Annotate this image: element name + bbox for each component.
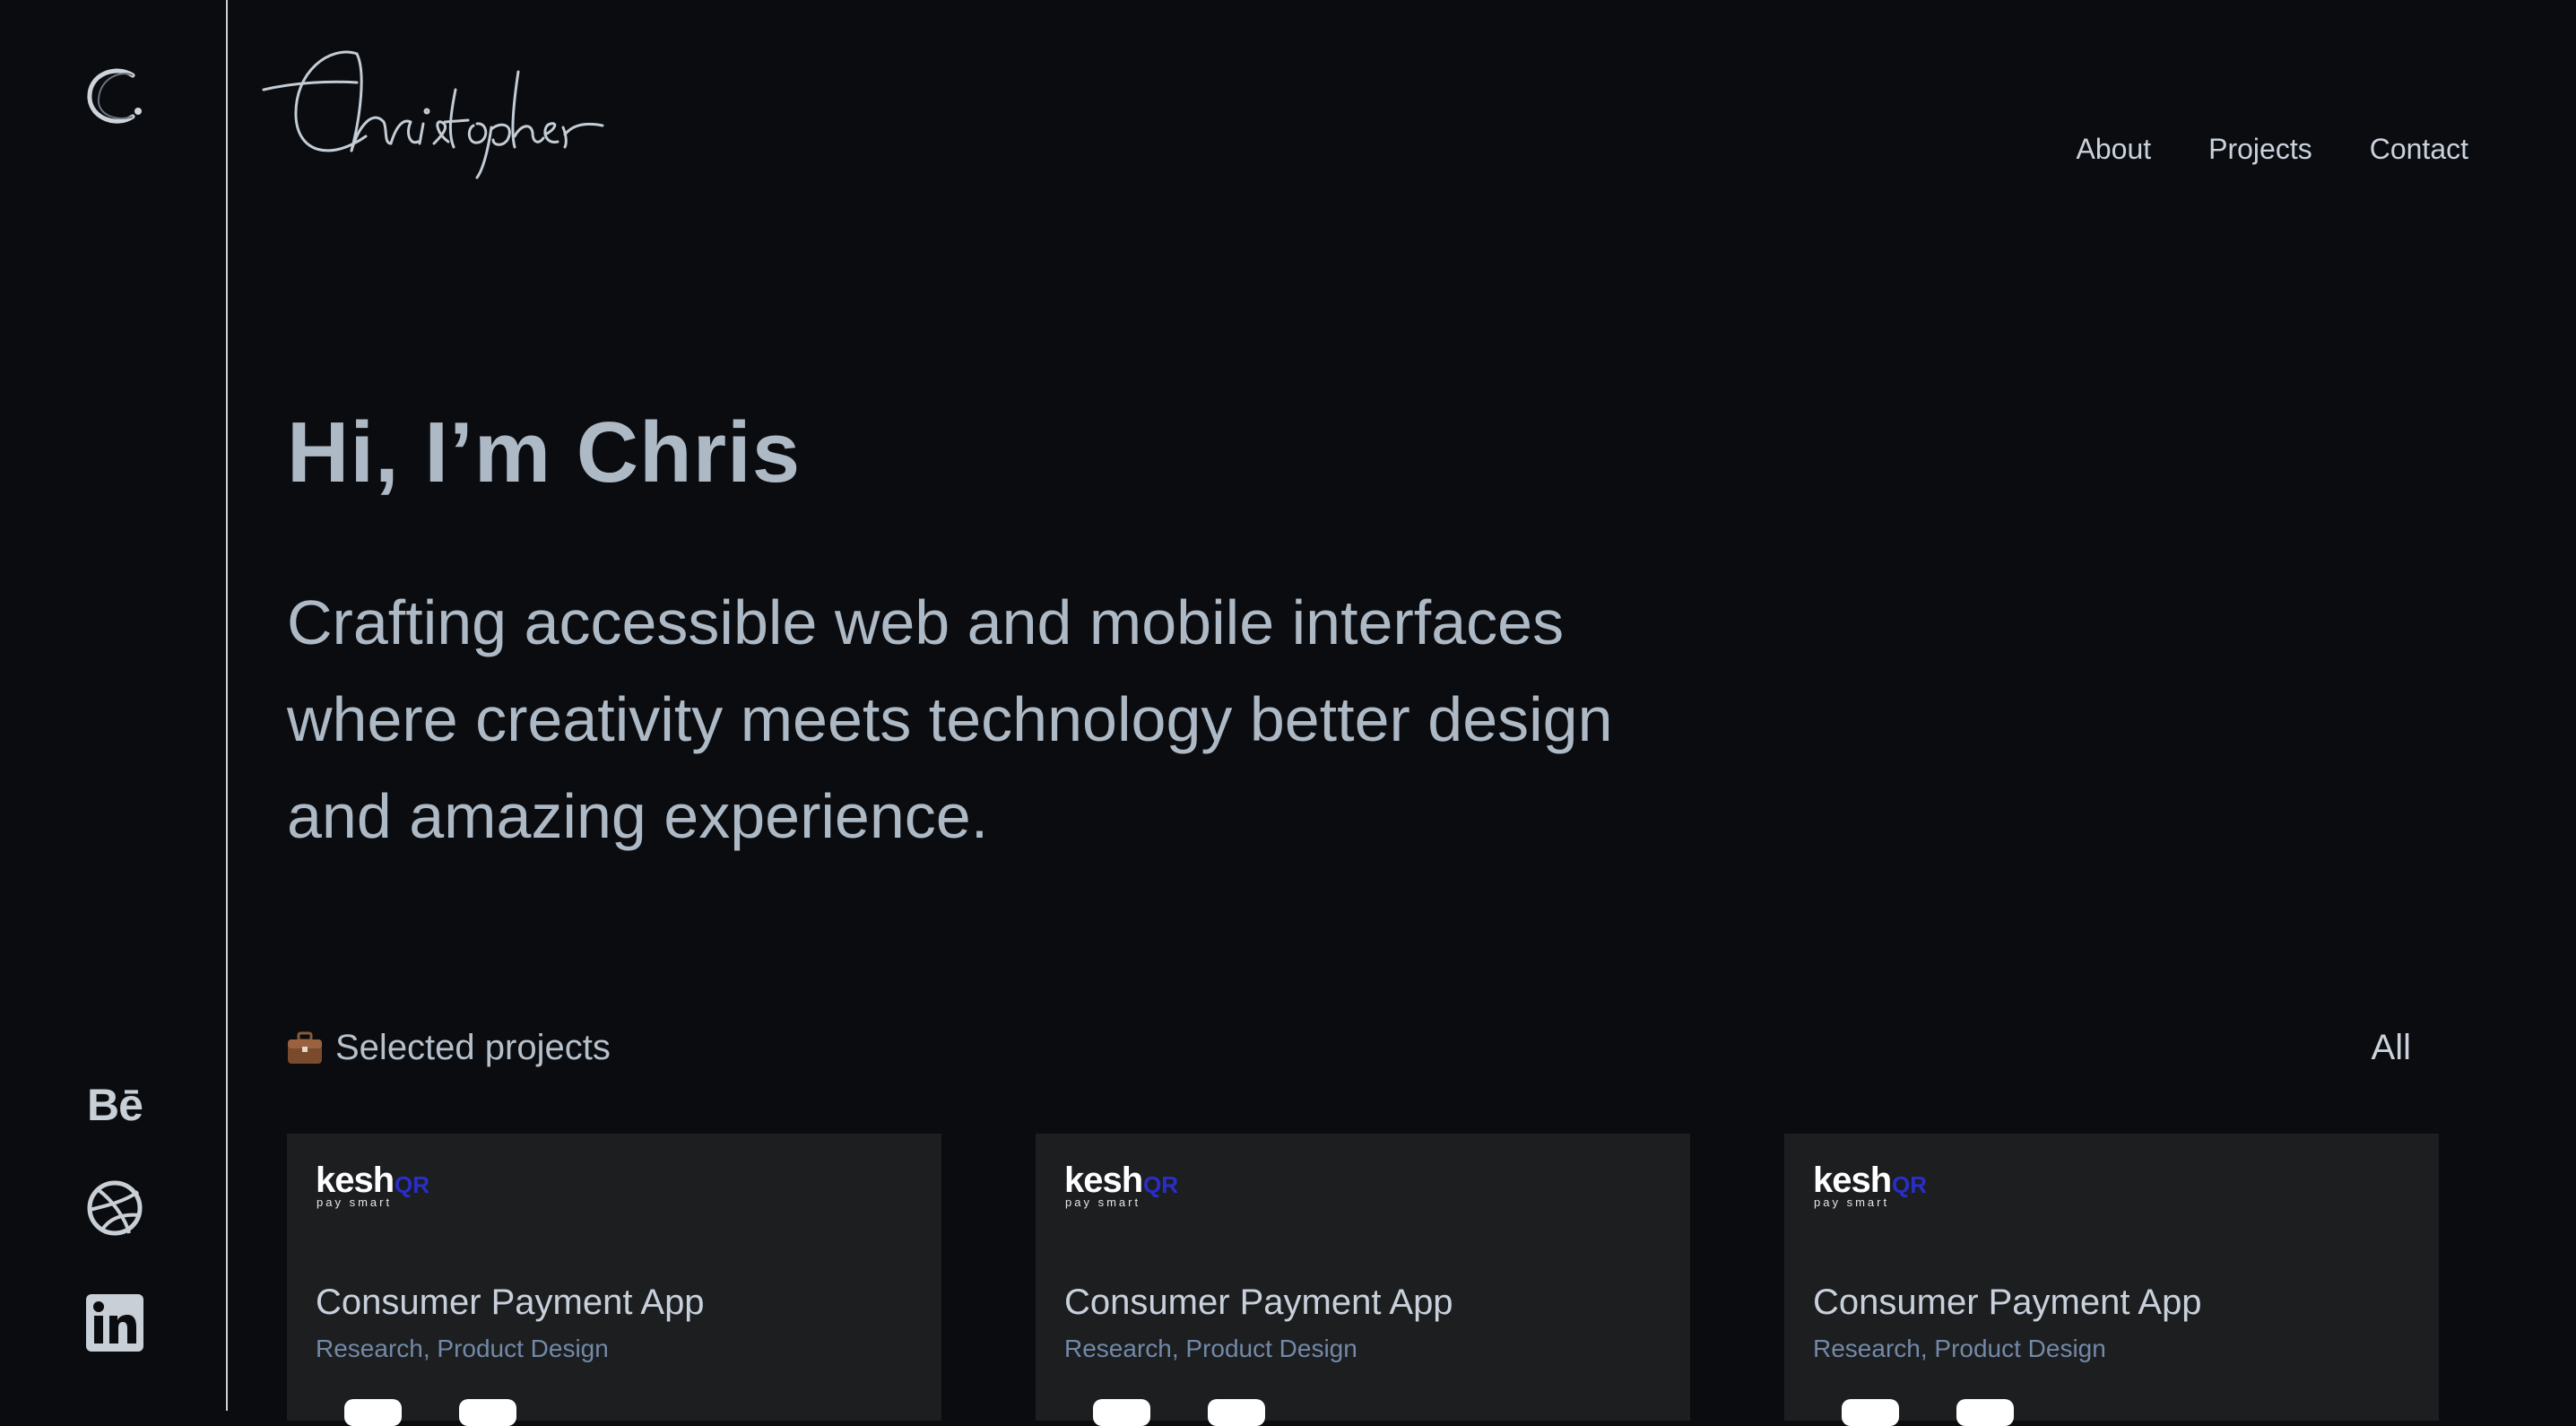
kesh-logo: kesh QR pay smart (316, 1162, 450, 1213)
all-projects-link[interactable]: All (2372, 1028, 2411, 1068)
section-header: Selected projects (287, 1028, 611, 1068)
c-logo-icon[interactable] (81, 63, 152, 135)
card-title: Consumer Payment App (316, 1283, 705, 1322)
sidebar: Bē (0, 0, 228, 1411)
hero-subtitle: Crafting accessible web and mobile inter… (287, 587, 1613, 851)
briefcase-icon (288, 1031, 322, 1064)
nav-contact[interactable]: Contact (2370, 133, 2468, 166)
card-tags: Research, Product Design (1813, 1335, 2106, 1362)
kesh-logo: kesh QR pay smart (1813, 1162, 1947, 1213)
dribbble-icon[interactable] (79, 1172, 151, 1244)
card-preview-element (1956, 1399, 2014, 1426)
card-preview-element (1208, 1399, 1265, 1426)
kesh-logo-suffix: QR (1892, 1171, 1927, 1198)
kesh-logo-suffix: QR (1143, 1171, 1178, 1198)
linkedin-icon[interactable] (79, 1287, 151, 1359)
section-title: Selected projects (335, 1028, 611, 1067)
kesh-logo-word: kesh (316, 1161, 395, 1200)
project-card[interactable]: kesh QR pay smart Consumer Payment App R… (287, 1134, 941, 1426)
linkedin-glyph (86, 1294, 143, 1352)
kesh-logo-word: kesh (1064, 1161, 1143, 1200)
card-preview-element (1093, 1399, 1150, 1426)
kesh-logo: kesh QR pay smart (1064, 1162, 1199, 1213)
card-preview-element (1842, 1399, 1899, 1426)
card-tags: Research, Product Design (316, 1335, 609, 1362)
main-nav: About Projects Contact (2077, 133, 2469, 166)
kesh-logo-word: kesh (1813, 1161, 1892, 1200)
project-card[interactable]: kesh QR pay smart Consumer Payment App R… (1036, 1134, 1690, 1426)
kesh-logo-tagline: pay smart (317, 1196, 393, 1209)
kesh-logo-tagline: pay smart (1065, 1196, 1141, 1209)
hero-title: Hi, I’m Chris (287, 404, 802, 500)
card-preview-element (459, 1399, 516, 1426)
behance-icon[interactable]: Bē (79, 1069, 151, 1141)
card-title: Consumer Payment App (1813, 1283, 2202, 1322)
signature-logo[interactable] (258, 36, 608, 179)
kesh-logo-suffix: QR (395, 1171, 429, 1198)
card-tags: Research, Product Design (1064, 1335, 1357, 1362)
project-card[interactable]: kesh QR pay smart Consumer Payment App R… (1784, 1134, 2439, 1426)
card-preview-element (344, 1399, 402, 1426)
kesh-logo-tagline: pay smart (1814, 1196, 1890, 1209)
nav-projects[interactable]: Projects (2208, 133, 2312, 166)
dribbble-glyph (87, 1180, 143, 1236)
nav-about[interactable]: About (2077, 133, 2152, 166)
card-title: Consumer Payment App (1064, 1283, 1453, 1322)
